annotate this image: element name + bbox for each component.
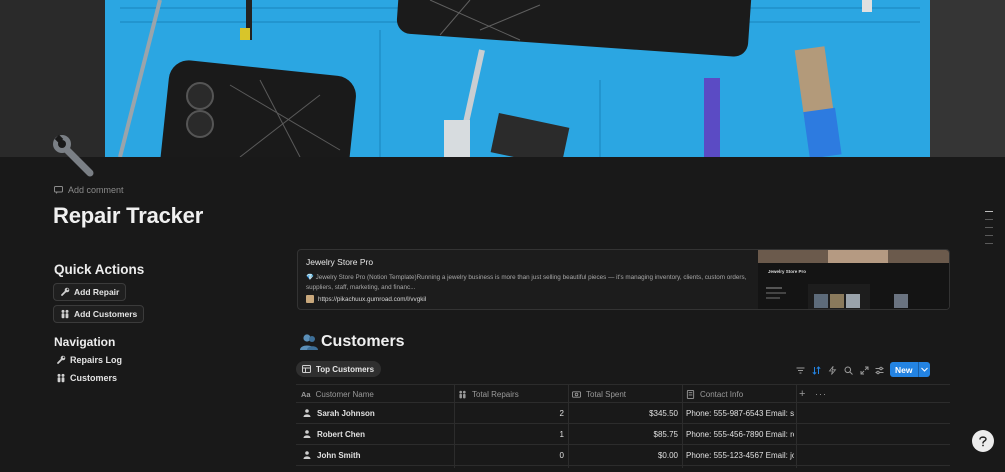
table-row[interactable]: Robert Chen 1 $85.75 Phone: 555-456-7890…	[296, 424, 950, 445]
add-comment-button[interactable]: Add comment	[54, 185, 124, 195]
people-silhouette-icon	[300, 334, 318, 350]
sort-icon[interactable]	[812, 366, 821, 375]
database-title-label: Customers	[321, 333, 405, 350]
nav-link-label: Repairs Log	[70, 355, 123, 365]
new-button-label: New	[895, 364, 913, 375]
table-header: Aa Customer Name Total Repairs Total Spe…	[296, 384, 950, 403]
total-spent-cell[interactable]: $345.50	[568, 403, 678, 423]
contact-info-cell[interactable]: Phone: 555-456-7890 Email: rob	[686, 424, 794, 444]
quick-actions-heading: Quick Actions	[54, 262, 145, 277]
table-icon	[302, 365, 311, 373]
text-icon: Aa	[301, 389, 311, 399]
bookmark-title: Jewelry Store Pro	[306, 257, 374, 267]
customer-name-cell[interactable]: Sarah Johnson	[303, 403, 375, 423]
table-row[interactable]: John Smith 0 $0.00 Phone: 555-123-4567 E…	[296, 445, 950, 466]
cover-image	[0, 0, 1005, 157]
bookmark-card[interactable]: Jewelry Store Pro 💎 Jewelry Store Pro (N…	[297, 249, 950, 310]
settings-sliders-icon[interactable]	[875, 366, 884, 375]
thumbnail-title: Jewelry Store Pro	[768, 269, 807, 274]
document-icon	[686, 389, 695, 399]
money-icon	[572, 390, 581, 398]
wrench-icon	[57, 355, 66, 364]
bookmark-thumbnail: Jewelry Store Pro	[758, 250, 949, 309]
add-repair-label: Add Repair	[74, 287, 120, 297]
column-header-customer-name[interactable]: Aa Customer Name	[301, 385, 374, 403]
nav-link-label: Customers	[70, 373, 118, 383]
total-repairs-cell[interactable]: 2	[454, 403, 564, 423]
contact-info-cell[interactable]: Phone: 555-123-4567 Email: joh	[686, 445, 794, 465]
page-title[interactable]: Repair Tracker	[53, 203, 203, 229]
add-customers-button[interactable]: Add Customers	[53, 305, 145, 323]
add-customers-label: Add Customers	[74, 309, 138, 319]
database-title[interactable]: Customers	[299, 333, 405, 351]
navigation-heading: Navigation	[54, 335, 116, 349]
column-header-contact-info[interactable]: Contact Info	[686, 385, 743, 403]
expand-icon[interactable]	[860, 366, 869, 375]
more-options-icon[interactable]: ···	[815, 385, 827, 403]
bookmark-url: https://pikachuux.gumroad.com/l/vvgkil	[318, 295, 427, 303]
people-icon	[61, 309, 69, 319]
total-repairs-cell[interactable]: 1	[454, 424, 564, 444]
column-header-total-repairs[interactable]: Total Repairs	[458, 385, 519, 403]
add-property-icon[interactable]: +	[799, 385, 805, 403]
add-comment-label: Add comment	[68, 185, 124, 195]
bookmark-description: 💎 Jewelry Store Pro (Notion Template)Run…	[306, 274, 747, 291]
outline-marker[interactable]	[985, 219, 993, 220]
chevron-down-icon[interactable]	[919, 362, 930, 377]
new-button[interactable]: New	[890, 362, 930, 377]
total-spent-cell[interactable]: $0.00	[568, 445, 678, 465]
search-icon[interactable]	[844, 366, 853, 375]
total-repairs-cell[interactable]: 0	[454, 445, 564, 465]
nav-link-customers[interactable]: Customers	[56, 373, 117, 383]
nav-link-repairs-log[interactable]: Repairs Log	[56, 355, 122, 365]
add-repair-button[interactable]: Add Repair	[53, 283, 127, 301]
column-header-total-spent[interactable]: Total Spent	[572, 385, 626, 403]
help-button[interactable]	[972, 430, 994, 452]
table-row[interactable]: Sarah Johnson 2 $345.50 Phone: 555-987-6…	[296, 403, 950, 424]
customer-name-cell[interactable]: Robert Chen	[303, 424, 365, 444]
comment-icon	[54, 186, 63, 194]
person-icon	[303, 409, 311, 417]
people-icon	[459, 390, 466, 398]
help-icon	[979, 436, 987, 447]
wrench-icon[interactable]	[50, 132, 100, 182]
filter-icon[interactable]	[796, 366, 805, 375]
person-icon	[303, 430, 311, 438]
favicon-icon	[306, 295, 314, 303]
tab-label: Top Customers	[316, 364, 375, 374]
outline-marker[interactable]	[985, 227, 993, 228]
customer-name-cell[interactable]: John Smith	[303, 445, 361, 465]
people-icon	[57, 373, 65, 383]
total-spent-cell[interactable]: $85.75	[568, 424, 678, 444]
lightning-icon[interactable]	[828, 366, 837, 375]
person-icon	[303, 451, 311, 459]
outline-marker[interactable]	[985, 235, 993, 236]
wrench-icon	[61, 287, 70, 296]
outline-marker[interactable]	[985, 211, 993, 212]
tab-top-customers[interactable]: Top Customers	[296, 361, 382, 377]
outline-marker[interactable]	[985, 243, 993, 244]
contact-info-cell[interactable]: Phone: 555-987-6543 Email: sar	[686, 403, 794, 423]
